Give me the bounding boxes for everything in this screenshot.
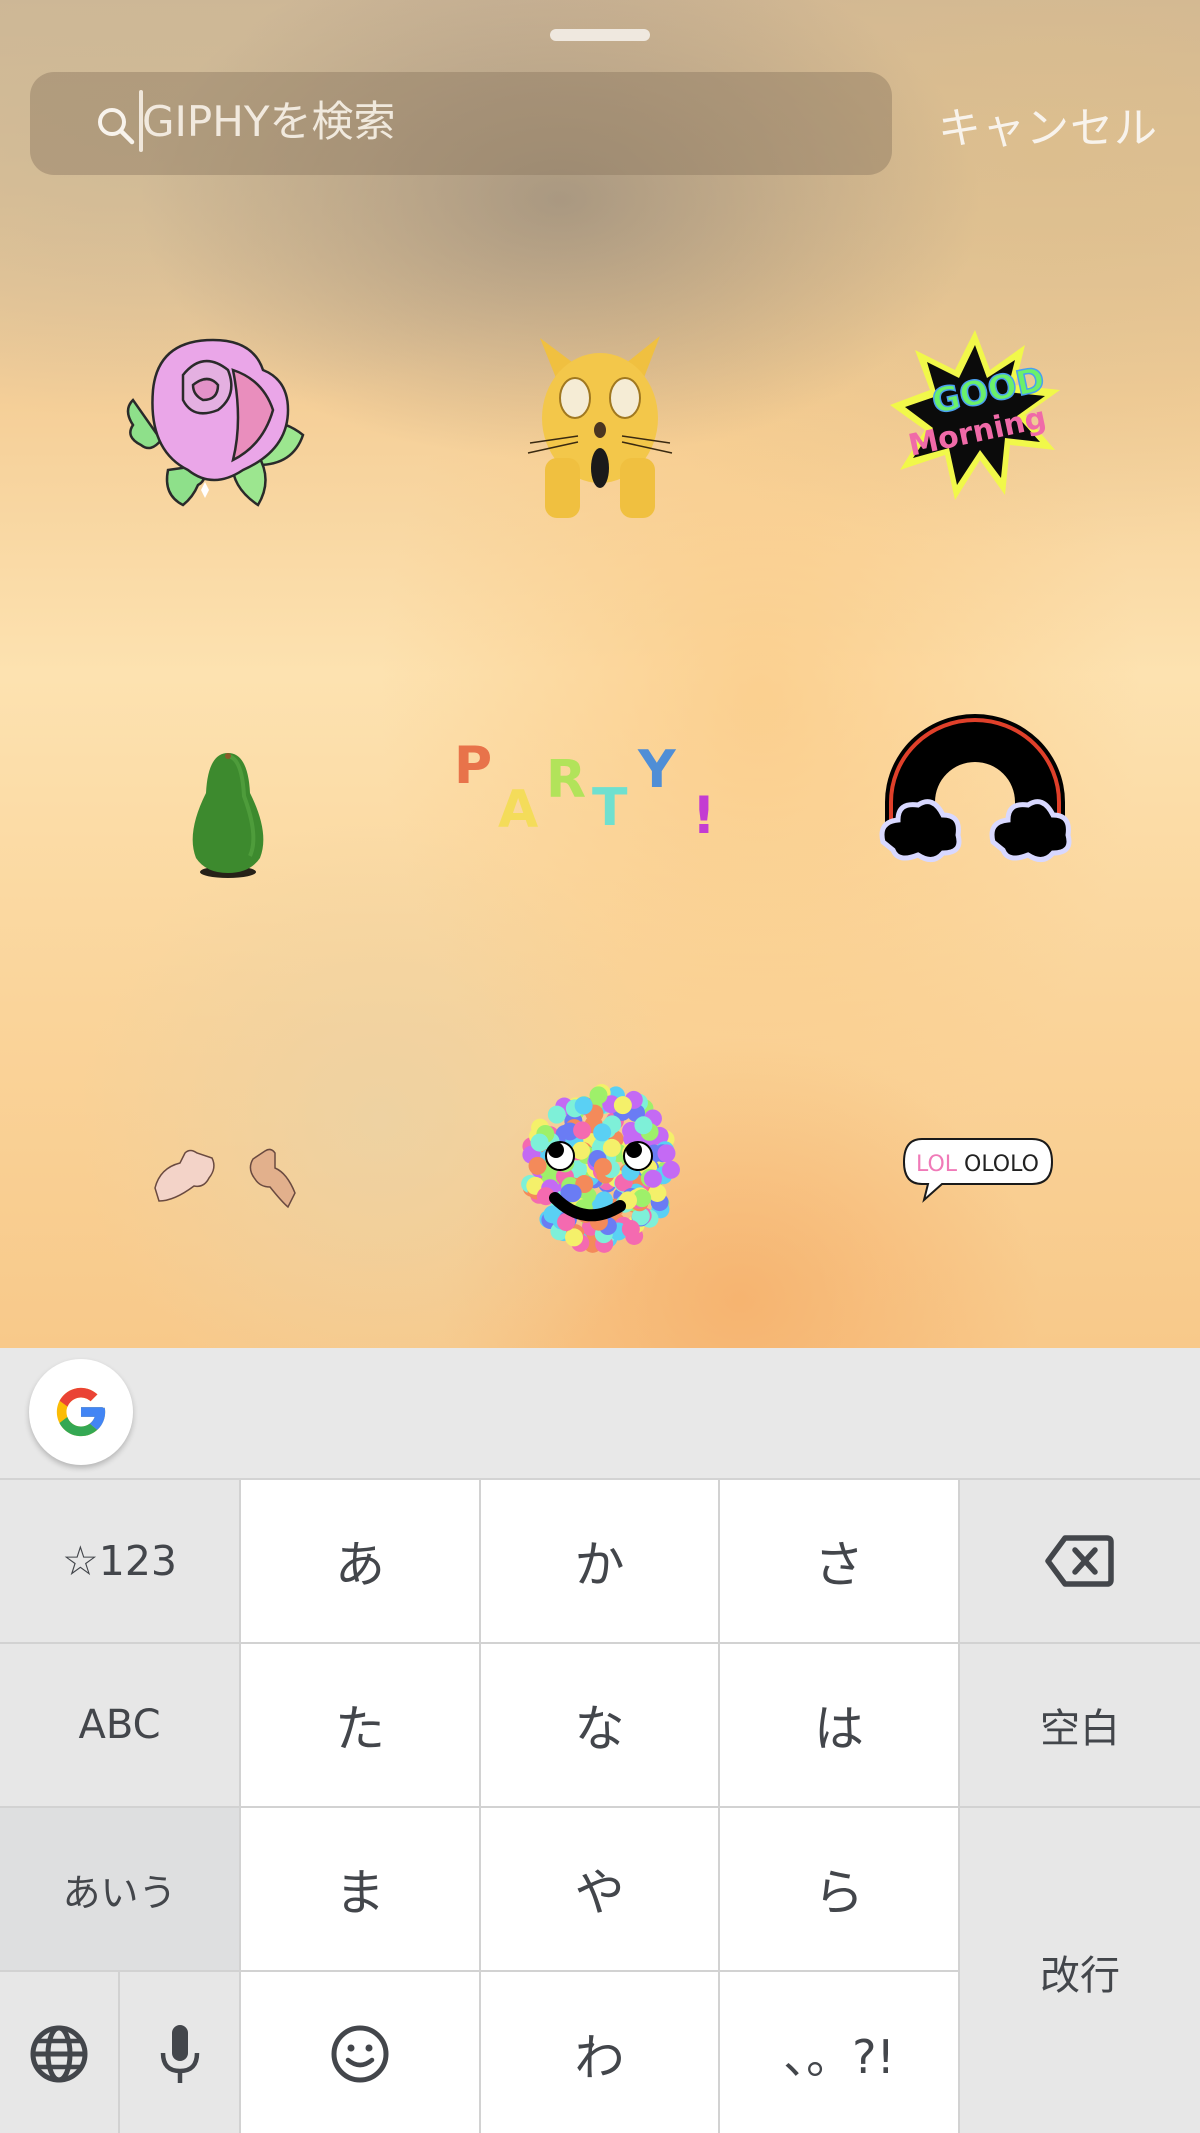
- key-label: な: [574, 1700, 625, 1758]
- key-label: 空白: [1040, 1706, 1120, 1752]
- avocado-image: [192, 752, 263, 878]
- cancel-button[interactable]: キャンセル: [928, 92, 1168, 158]
- key-ya[interactable]: や: [481, 1808, 720, 1972]
- key-ra[interactable]: ら: [720, 1808, 960, 1972]
- key-na[interactable]: な: [481, 1644, 720, 1808]
- key-label: ら: [814, 1864, 864, 1922]
- party-letter: R: [546, 750, 586, 810]
- search-input[interactable]: [142, 85, 882, 157]
- keyboard-keys: ☆123 あ か さ ABC た な は 空白 あいう ま や ら 改行 わ 、…: [0, 1478, 1200, 2133]
- google-search-button[interactable]: [29, 1359, 133, 1465]
- smiley-dot: [573, 1120, 592, 1139]
- smiley-dot: [593, 1122, 612, 1141]
- smiley-dot: [530, 1133, 549, 1152]
- smiley-dot: [621, 1219, 640, 1238]
- key-label: ABC: [78, 1702, 161, 1748]
- key-punctuation[interactable]: 、。?!: [720, 1972, 960, 2133]
- good-morning-image: GOOD Morning: [890, 330, 1060, 500]
- key-wa[interactable]: わ: [481, 1972, 720, 2133]
- key-ta[interactable]: た: [241, 1644, 481, 1808]
- sticker-rainbow-smiley[interactable]: [505, 1075, 695, 1260]
- key-ma[interactable]: ま: [241, 1808, 481, 1972]
- smiley-dot: [602, 1138, 621, 1157]
- giphy-sticker-sheet: キャンセル: [0, 0, 1200, 1348]
- smiley-dot: [613, 1095, 632, 1114]
- smiley-dot: [574, 1096, 593, 1115]
- key-label: あ: [335, 1536, 385, 1594]
- key-voice[interactable]: [120, 1972, 241, 2133]
- sticker-avocado[interactable]: [175, 745, 280, 880]
- sticker-good-morning[interactable]: GOOD Morning: [885, 330, 1065, 505]
- suggestion-strip: [0, 1348, 1200, 1478]
- key-symbols-123[interactable]: ☆123: [0, 1480, 241, 1644]
- rose-image: [126, 338, 304, 507]
- key-label: 改行: [1040, 1952, 1120, 1999]
- drag-handle[interactable]: [550, 29, 650, 41]
- sticker-lol-bubble[interactable]: LOL OLOLO: [898, 1130, 1058, 1210]
- smiley-dot: [547, 1105, 566, 1124]
- smiley-dot: [589, 1085, 608, 1104]
- key-backspace[interactable]: [960, 1480, 1200, 1644]
- smiley-left-pupil: [548, 1141, 564, 1158]
- party-letter: A: [498, 780, 538, 840]
- key-label: さ: [814, 1536, 864, 1594]
- key-label: た: [335, 1700, 385, 1758]
- key-label: か: [574, 1536, 625, 1594]
- smiley-dot: [563, 1183, 582, 1202]
- key-label: 、。?!: [783, 2029, 895, 2084]
- rainbow-image: [879, 714, 1072, 862]
- key-label: わ: [574, 2028, 625, 2087]
- smiley-right-pupil: [626, 1141, 642, 1158]
- sticker-neon-rainbow[interactable]: [875, 712, 1075, 867]
- key-enter[interactable]: 改行: [960, 1808, 1200, 2133]
- party-image: PA R TY!: [454, 736, 716, 846]
- key-label: あいう: [62, 1870, 177, 1915]
- search-icon: [98, 108, 135, 145]
- smiley-dot: [643, 1169, 662, 1188]
- smiley-dot: [528, 1156, 547, 1175]
- key-ka[interactable]: か: [481, 1480, 720, 1644]
- key-kana-mode[interactable]: あいう: [0, 1808, 241, 1972]
- key-label: ☆123: [61, 1537, 177, 1585]
- lol-black-text: OLOLO: [964, 1152, 1039, 1177]
- key-label: は: [814, 1700, 864, 1758]
- key-abc[interactable]: ABC: [0, 1644, 241, 1808]
- smiley-dot: [565, 1227, 584, 1246]
- emoji-icon: [331, 2025, 389, 2082]
- key-label: や: [574, 1864, 625, 1922]
- cat-image: [527, 336, 673, 518]
- sticker-shocked-cat[interactable]: [515, 318, 685, 518]
- key-language[interactable]: [0, 1972, 120, 2133]
- key-a[interactable]: あ: [241, 1480, 481, 1644]
- hands-image: [154, 1148, 296, 1208]
- sticker-party[interactable]: P A R T Y!: [450, 735, 750, 846]
- globe-icon: [30, 2025, 88, 2082]
- backspace-icon: [1045, 1535, 1114, 1587]
- smiley-dot: [657, 1143, 676, 1162]
- party-letter: !: [692, 786, 716, 846]
- smiley-dot: [634, 1115, 653, 1134]
- key-emoji[interactable]: [241, 1972, 481, 2133]
- lol-bubble-image: LOL OLOLO: [902, 1138, 1054, 1203]
- key-space[interactable]: 空白: [960, 1644, 1200, 1808]
- smiley-dot: [661, 1160, 680, 1179]
- lol-pink-text: LOL: [916, 1152, 958, 1177]
- smiley-ball-image: [521, 1083, 680, 1253]
- sticker-pink-rose[interactable]: [110, 325, 335, 515]
- microphone-icon: [160, 2024, 199, 2083]
- japanese-keyboard: ☆123 あ か さ ABC た な は 空白 あいう ま や ら 改行 わ 、…: [0, 1348, 1200, 2133]
- google-g-icon: [56, 1387, 106, 1437]
- party-letter: T: [592, 778, 628, 838]
- sticker-pinky-promise[interactable]: [150, 1135, 300, 1210]
- smiley-dot: [593, 1157, 612, 1176]
- party-letter: Y: [637, 740, 677, 800]
- key-sa[interactable]: さ: [720, 1480, 960, 1644]
- key-label: ま: [335, 1864, 385, 1922]
- key-ha[interactable]: は: [720, 1644, 960, 1808]
- party-letter: P: [454, 736, 492, 796]
